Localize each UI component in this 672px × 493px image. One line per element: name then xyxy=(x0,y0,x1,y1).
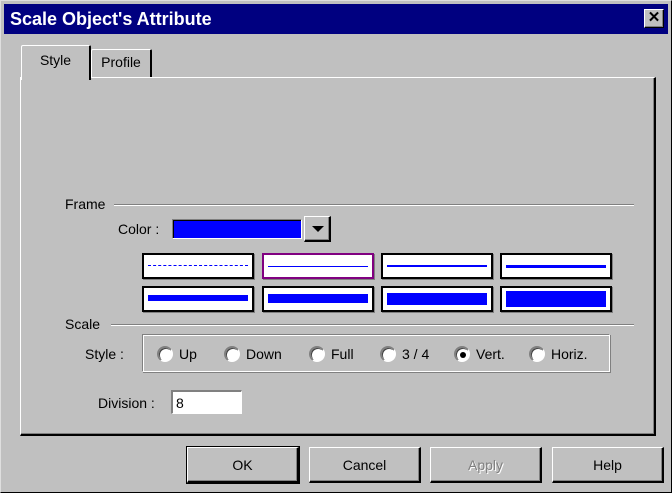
frame-style-option-7[interactable] xyxy=(381,286,493,312)
frame-style-option-4[interactable] xyxy=(500,253,612,279)
frame-thick-line xyxy=(148,295,248,301)
cancel-button[interactable]: Cancel xyxy=(309,447,421,483)
radio-button-selected[interactable] xyxy=(454,346,470,362)
frame-style-option-8[interactable] xyxy=(500,286,612,312)
color-label: Color : xyxy=(118,221,160,237)
frame-dashed-line xyxy=(148,265,248,266)
close-icon[interactable]: ✕ xyxy=(644,9,664,28)
frame-thick-line xyxy=(268,294,368,303)
frame-thin-line xyxy=(268,266,368,267)
radio-horiz-label: Horiz. xyxy=(551,346,588,362)
scale-style-label: Style : xyxy=(85,346,124,362)
radio-full-label: Full xyxy=(331,346,354,362)
scale-divider xyxy=(111,324,634,326)
radio-button[interactable] xyxy=(224,346,240,362)
division-label: Division : xyxy=(98,395,155,411)
ok-button[interactable]: OK xyxy=(186,446,300,484)
apply-button[interactable]: Apply xyxy=(430,447,542,483)
radio-button[interactable] xyxy=(529,346,545,362)
color-swatch xyxy=(172,219,302,239)
radio-vert-label: Vert. xyxy=(476,346,505,362)
radio-up-label: Up xyxy=(179,346,197,362)
tab-profile-label: Profile xyxy=(101,54,141,70)
frame-style-option-5[interactable] xyxy=(142,286,254,312)
scale-style-radio-group: Up Down Full 3 / 4 Vert. Horiz. xyxy=(142,334,610,372)
division-input[interactable] xyxy=(171,390,242,414)
help-button[interactable]: Help xyxy=(552,447,664,483)
frame-style-option-3[interactable] xyxy=(381,253,493,279)
frame-divider xyxy=(114,204,634,206)
frame-style-option-6[interactable] xyxy=(262,286,374,312)
radio-button[interactable] xyxy=(157,346,173,362)
frame-line xyxy=(387,265,487,267)
frame-style-option-2[interactable] xyxy=(262,253,374,279)
radio-button[interactable] xyxy=(380,346,396,362)
dialog-window: Scale Object's Attribute ✕ Profile Style… xyxy=(0,0,672,493)
radio-three-quarter-label: 3 / 4 xyxy=(402,346,430,362)
frame-style-option-1[interactable] xyxy=(142,253,254,279)
tab-profile[interactable]: Profile xyxy=(91,49,152,77)
scale-group-label: Scale xyxy=(65,316,101,332)
frame-line xyxy=(506,265,606,268)
frame-group-label: Frame xyxy=(65,196,106,212)
radio-dot xyxy=(460,352,466,358)
tab-style[interactable]: Style xyxy=(21,45,91,80)
frame-thick-line xyxy=(387,293,487,305)
radio-down-label: Down xyxy=(246,346,282,362)
chevron-down-icon[interactable] xyxy=(304,216,331,242)
color-dropdown[interactable] xyxy=(172,216,332,242)
tab-style-label: Style xyxy=(39,52,72,68)
radio-button[interactable] xyxy=(309,346,325,362)
window-title: Scale Object's Attribute xyxy=(10,9,212,29)
frame-thick-line xyxy=(506,291,606,307)
title-bar[interactable]: Scale Object's Attribute ✕ xyxy=(4,4,668,34)
